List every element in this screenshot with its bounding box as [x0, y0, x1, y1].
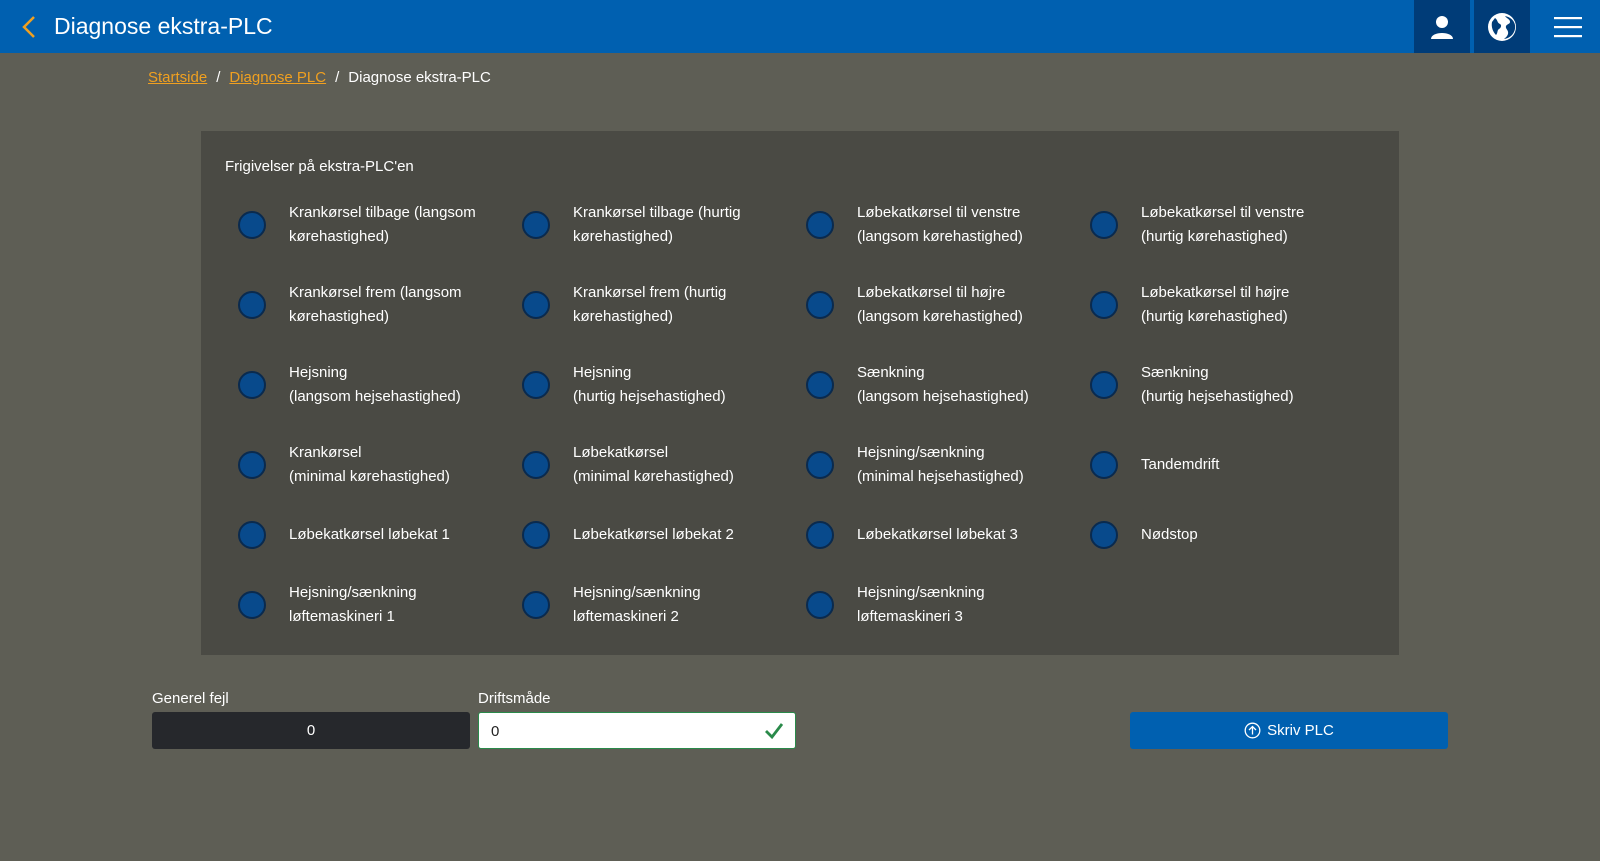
write-plc-label: Skriv PLC — [1267, 722, 1334, 739]
general-error-label: Generel fejl — [152, 690, 229, 707]
user-icon — [1431, 15, 1453, 39]
release-item-label: Krankørsel (minimal kørehastighed) — [289, 444, 450, 485]
release-item: Løbekatkørsel (minimal kørehastighed) — [509, 437, 779, 493]
release-item: Krankørsel frem (langsom kørehastighed) — [225, 277, 495, 333]
status-indicator — [1090, 291, 1118, 319]
release-item: Løbekatkørsel løbekat 2 — [509, 507, 779, 563]
release-item: Løbekatkørsel til højre (hurtig kørehast… — [1077, 277, 1347, 333]
page-title: Diagnose ekstra-PLC — [54, 13, 273, 39]
general-error-value: 0 — [306, 722, 316, 739]
operation-mode-field[interactable] — [478, 712, 796, 750]
status-indicator — [522, 451, 550, 479]
release-item-label: Krankørsel frem (hurtig kørehastighed) — [573, 284, 727, 325]
status-indicator — [522, 211, 550, 239]
release-item-label: Sænkning (hurtig hejsehastighed) — [1141, 364, 1294, 405]
release-item: Krankørsel (minimal kørehastighed) — [225, 437, 495, 493]
status-indicator — [238, 291, 266, 319]
release-item-label: Krankørsel tilbage (langsom kørehastighe… — [289, 204, 476, 245]
upload-circle-icon — [1244, 722, 1261, 739]
release-item: Krankørsel frem (hurtig kørehastighed) — [509, 277, 779, 333]
release-item: Hejsning/sænkning løftemaskineri 1 — [225, 577, 495, 633]
main-menu-button[interactable] — [1538, 0, 1598, 53]
release-item-label: Hejsning/sænkning løftemaskineri 3 — [857, 584, 985, 625]
release-item: Nødstop — [1077, 507, 1347, 563]
release-item-label: Løbekatkørsel til venstre (langsom køreh… — [857, 204, 1023, 245]
release-item-label: Hejsning (hurtig hejsehastighed) — [573, 364, 726, 405]
release-item-label: Nødstop — [1141, 526, 1198, 543]
status-indicator — [806, 451, 834, 479]
release-item: Løbekatkørsel løbekat 3 — [793, 507, 1063, 563]
release-item-label: Løbekatkørsel til venstre (hurtig køreha… — [1141, 204, 1305, 245]
release-item-label: Løbekatkørsel løbekat 3 — [857, 526, 1018, 543]
status-indicator — [238, 211, 266, 239]
release-item: Krankørsel tilbage (hurtig kørehastighed… — [509, 197, 779, 253]
release-item-label: Sænkning (langsom hejsehastighed) — [857, 364, 1029, 405]
release-item-label: Løbekatkørsel (minimal kørehastighed) — [573, 444, 734, 485]
user-button[interactable] — [1414, 0, 1470, 53]
releases-panel: Frigivelser på ekstra-PLC'en Krankørsel … — [201, 131, 1399, 655]
status-indicator — [238, 521, 266, 549]
breadcrumb: Startside / Diagnose PLC / Diagnose ekst… — [148, 68, 491, 88]
release-item-label: Løbekatkørsel til højre (hurtig kørehast… — [1141, 284, 1290, 325]
release-item: Hejsning/sænkning løftemaskineri 3 — [793, 577, 1063, 633]
breadcrumb-link-home[interactable]: Startside — [148, 68, 207, 88]
status-indicator — [522, 291, 550, 319]
release-item: Løbekatkørsel til højre (langsom kørehas… — [793, 277, 1063, 333]
release-item-label: Krankørsel tilbage (hurtig kørehastighed… — [573, 204, 741, 245]
panel-title: Frigivelser på ekstra-PLC'en — [225, 158, 414, 175]
release-item-label: Tandemdrift — [1141, 456, 1220, 473]
status-indicator — [238, 451, 266, 479]
release-item-label: Hejsning (langsom hejsehastighed) — [289, 364, 461, 405]
release-item-label: Hejsning/sænkning (minimal hejsehastighe… — [857, 444, 1024, 485]
release-item: Krankørsel tilbage (langsom kørehastighe… — [225, 197, 495, 253]
release-item-label: Løbekatkørsel løbekat 2 — [573, 526, 734, 543]
release-item-label: Hejsning/sænkning løftemaskineri 1 — [289, 584, 417, 625]
release-item: Hejsning/sænkning (minimal hejsehastighe… — [793, 437, 1063, 493]
release-item: Hejsning/sænkning løftemaskineri 2 — [509, 577, 779, 633]
language-button[interactable] — [1474, 0, 1530, 53]
operation-mode-label: Driftsmåde — [478, 690, 551, 707]
release-item: Tandemdrift — [1077, 437, 1347, 493]
breadcrumb-current: Diagnose ekstra-PLC — [348, 69, 491, 86]
status-indicator — [1090, 371, 1118, 399]
release-item-label: Løbekatkørsel løbekat 1 — [289, 526, 450, 543]
release-item: Hejsning (hurtig hejsehastighed) — [509, 357, 779, 413]
back-button[interactable] — [14, 12, 44, 42]
release-item-label: Hejsning/sænkning løftemaskineri 2 — [573, 584, 701, 625]
globe-icon — [1488, 12, 1516, 41]
status-indicator — [522, 591, 550, 619]
checkmark-icon — [765, 723, 784, 740]
status-indicator — [806, 211, 834, 239]
status-indicator — [522, 521, 550, 549]
release-item: Hejsning (langsom hejsehastighed) — [225, 357, 495, 413]
release-item: Sænkning (langsom hejsehastighed) — [793, 357, 1063, 413]
status-indicator — [238, 591, 266, 619]
breadcrumb-separator: / — [335, 69, 340, 86]
chevron-left-icon — [22, 16, 35, 38]
write-plc-button[interactable]: Skriv PLC — [1130, 712, 1448, 749]
breadcrumb-link-diagnose-plc[interactable]: Diagnose PLC — [229, 68, 326, 88]
status-indicator — [806, 291, 834, 319]
release-item-label: Krankørsel frem (langsom kørehastighed) — [289, 284, 462, 325]
hamburger-menu-icon — [1554, 16, 1582, 37]
breadcrumb-separator: / — [216, 69, 221, 86]
general-error-field: 0 — [152, 712, 470, 749]
status-indicator — [1090, 521, 1118, 549]
release-item: Løbekatkørsel til venstre (langsom køreh… — [793, 197, 1063, 253]
status-indicator — [1090, 451, 1118, 479]
release-item: Sænkning (hurtig hejsehastighed) — [1077, 357, 1347, 413]
status-indicator — [522, 371, 550, 399]
top-bar: Diagnose ekstra-PLC — [0, 0, 1600, 53]
status-indicator — [806, 371, 834, 399]
status-indicator — [806, 591, 834, 619]
status-indicator — [238, 371, 266, 399]
status-indicator — [806, 521, 834, 549]
release-item-label: Løbekatkørsel til højre (langsom kørehas… — [857, 284, 1023, 325]
operation-mode-input[interactable] — [479, 713, 753, 750]
release-item: Løbekatkørsel løbekat 1 — [225, 507, 495, 563]
status-indicator — [1090, 211, 1118, 239]
release-item: Løbekatkørsel til venstre (hurtig køreha… — [1077, 197, 1347, 253]
